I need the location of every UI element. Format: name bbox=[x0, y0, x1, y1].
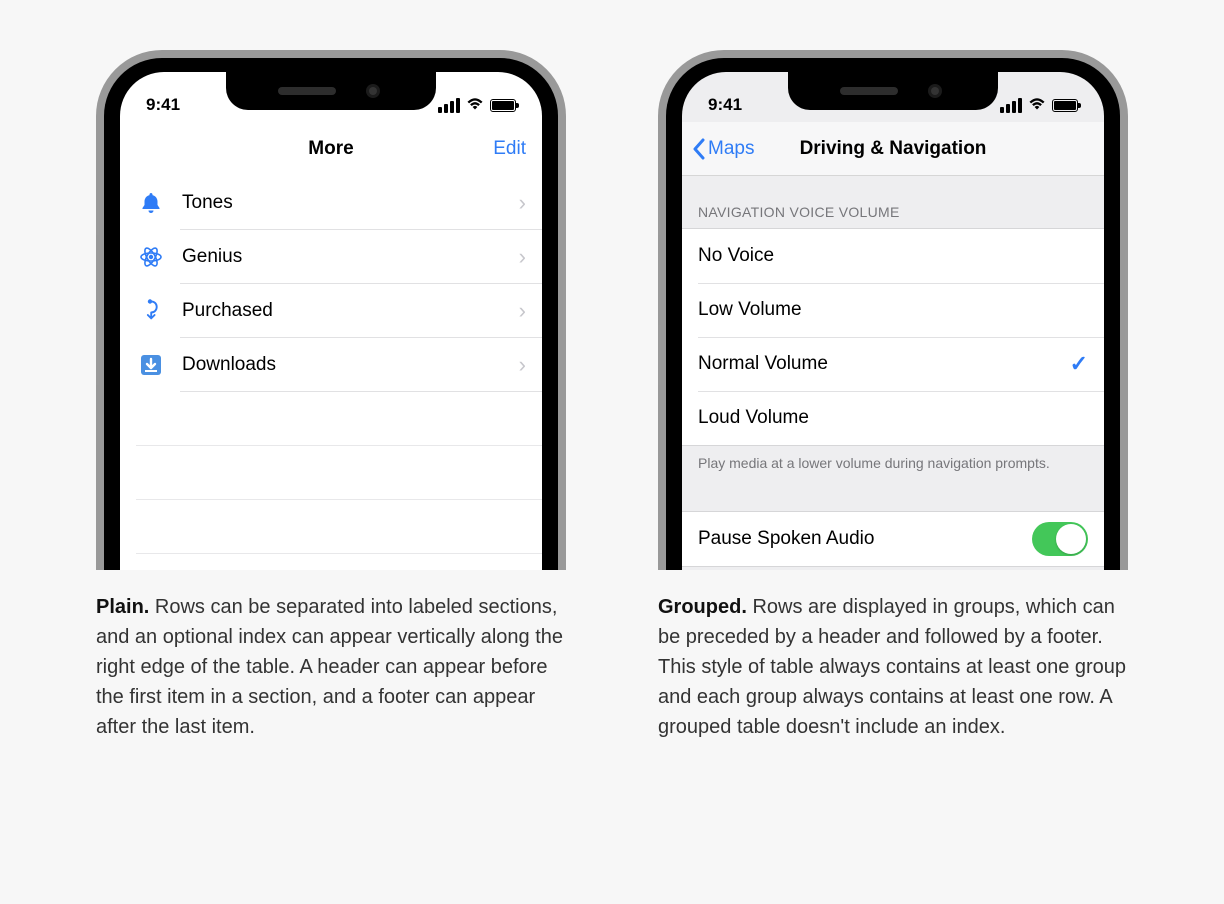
option-low-volume[interactable]: Low Volume bbox=[682, 283, 1104, 337]
row-downloads[interactable]: Downloads › bbox=[120, 338, 542, 392]
plain-table: Tones › Genius › Purchased bbox=[120, 176, 542, 554]
chevron-right-icon: › bbox=[519, 244, 526, 270]
notch bbox=[788, 72, 998, 110]
cellular-icon bbox=[1000, 98, 1022, 113]
status-time: 9:41 bbox=[708, 95, 742, 115]
row-pause-spoken-audio[interactable]: Pause Spoken Audio bbox=[682, 512, 1104, 566]
option-loud-volume[interactable]: Loud Volume bbox=[682, 391, 1104, 445]
bell-icon bbox=[136, 191, 166, 215]
atom-icon bbox=[136, 245, 166, 269]
option-normal-volume[interactable]: Normal Volume ✓ bbox=[682, 337, 1104, 391]
row-label: Downloads bbox=[182, 354, 519, 376]
back-button[interactable]: Maps bbox=[692, 138, 754, 160]
row-label: Genius bbox=[182, 246, 519, 268]
wifi-icon bbox=[1028, 97, 1046, 114]
battery-icon bbox=[490, 99, 516, 112]
notch bbox=[226, 72, 436, 110]
status-time: 9:41 bbox=[146, 95, 180, 115]
volume-group: No Voice Low Volume Normal Volume ✓ Loud… bbox=[682, 228, 1104, 446]
option-label: Normal Volume bbox=[698, 353, 1070, 375]
phone-frame: 9:41 Maps bbox=[658, 50, 1128, 570]
example-plain: 9:41 More Edit bbox=[80, 50, 582, 742]
nav-title: Driving & Navigation bbox=[800, 138, 987, 160]
option-no-voice[interactable]: No Voice bbox=[682, 229, 1104, 283]
row-purchased[interactable]: Purchased › bbox=[120, 284, 542, 338]
chevron-right-icon: › bbox=[519, 352, 526, 378]
chevron-right-icon: › bbox=[519, 190, 526, 216]
pause-audio-group: Pause Spoken Audio bbox=[682, 511, 1104, 567]
nav-bar: Maps Driving & Navigation bbox=[682, 122, 1104, 176]
cellular-icon bbox=[438, 98, 460, 113]
section-header: NAVIGATION VOICE VOLUME bbox=[682, 176, 1104, 228]
example-grouped: 9:41 Maps bbox=[642, 50, 1144, 742]
section-footer: Play media at a lower volume during navi… bbox=[682, 446, 1104, 483]
purchased-icon bbox=[136, 298, 166, 324]
row-tones[interactable]: Tones › bbox=[120, 176, 542, 230]
row-label: Pause Spoken Audio bbox=[698, 528, 1032, 550]
chevron-left-icon bbox=[692, 138, 706, 160]
phone-frame: 9:41 More Edit bbox=[96, 50, 566, 570]
wifi-icon bbox=[466, 97, 484, 114]
row-label: Purchased bbox=[182, 300, 519, 322]
download-icon bbox=[136, 354, 166, 376]
row-genius[interactable]: Genius › bbox=[120, 230, 542, 284]
option-label: No Voice bbox=[698, 245, 1088, 267]
option-label: Loud Volume bbox=[698, 407, 1088, 429]
option-label: Low Volume bbox=[698, 299, 1088, 321]
row-label: Tones bbox=[182, 192, 519, 214]
nav-title: More bbox=[308, 138, 353, 160]
checkmark-icon: ✓ bbox=[1070, 351, 1088, 377]
battery-icon bbox=[1052, 99, 1078, 112]
chevron-right-icon: › bbox=[519, 298, 526, 324]
nav-bar: More Edit bbox=[120, 122, 542, 176]
caption-grouped: Grouped. Rows are displayed in groups, w… bbox=[658, 592, 1128, 742]
toggle-switch[interactable] bbox=[1032, 522, 1088, 556]
caption-plain: Plain. Rows can be separated into labele… bbox=[96, 592, 566, 742]
edit-button[interactable]: Edit bbox=[493, 138, 526, 160]
